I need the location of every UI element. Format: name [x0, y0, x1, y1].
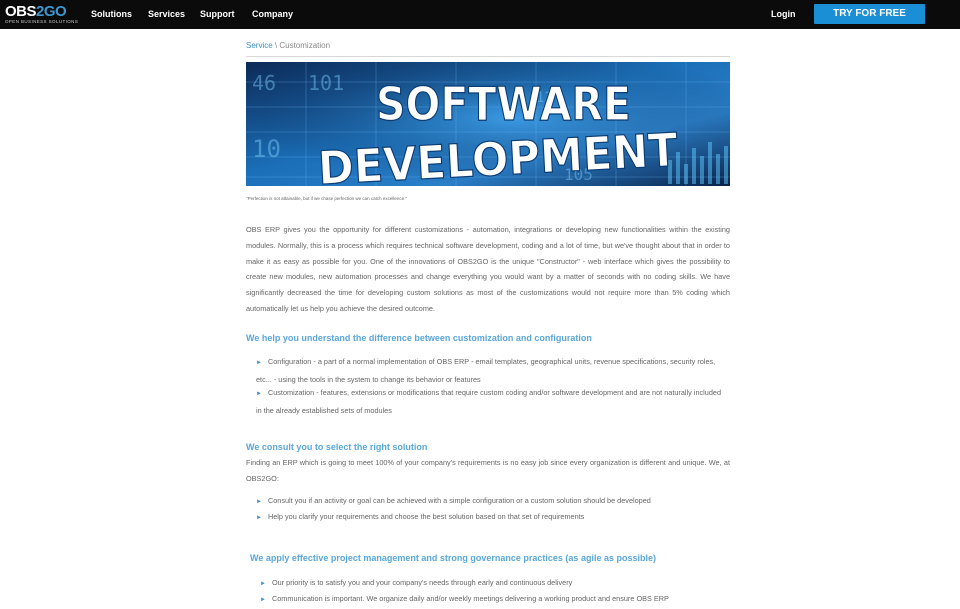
logo-main-text: OBS: [5, 3, 37, 20]
list-item: ► Help you clarify your requirements and …: [256, 509, 728, 527]
hero-graphic: 46 101 10 105 12 SOFTWARE DEVELOPMENT: [246, 62, 730, 186]
hero-title-software: SOFTWARE: [376, 77, 631, 131]
bullet-text: Our priority is to satisfy you and your …: [271, 578, 573, 587]
login-link[interactable]: Login: [771, 0, 796, 29]
hero-number-2: 101: [308, 71, 344, 95]
list-item: ► Consult you if an activity or goal can …: [256, 493, 728, 511]
header-divider: [246, 56, 730, 57]
nav-company[interactable]: Company: [252, 0, 293, 29]
list-item: ► Customization - features, extensions or…: [256, 385, 728, 418]
hero-number-3: 10: [252, 135, 281, 163]
hero-number-1: 46: [252, 71, 276, 95]
nav-services[interactable]: Services: [148, 0, 185, 29]
bullet-arrow-icon: ►: [260, 597, 266, 603]
bullet-arrow-icon: ►: [256, 499, 262, 505]
bullet-arrow-icon: ►: [256, 391, 262, 397]
bullet-arrow-icon: ►: [256, 360, 262, 366]
section-customization-vs-configuration-heading: We help you understand the difference be…: [246, 333, 592, 343]
logo-text: OBS2GO: [5, 3, 67, 20]
obs2go-logo[interactable]: OBS2GO OPEN BUSINESS SOLUTIONS: [5, 3, 79, 26]
bullet-text: Customization - features, extensions or …: [256, 388, 722, 415]
nav-solutions[interactable]: Solutions: [91, 0, 132, 29]
bullet-text: Configuration - a part of a normal imple…: [256, 357, 716, 384]
bullet-text: Consult you if an activity or goal can b…: [267, 496, 651, 505]
breadcrumb-service-link[interactable]: Service: [246, 41, 273, 50]
breadcrumb-current: Customization: [279, 41, 331, 50]
list-item: ► Our priority is to satisfy you and your…: [260, 575, 732, 593]
try-for-free-button[interactable]: TRY FOR FREE: [814, 4, 925, 24]
top-navigation-bar: OBS2GO OPEN BUSINESS SOLUTIONS Solutions…: [0, 0, 960, 29]
bullet-arrow-icon: ►: [260, 581, 266, 587]
nav-support[interactable]: Support: [200, 0, 235, 29]
logo-tagline: OPEN BUSINESS SOLUTIONS: [5, 19, 79, 24]
bullet-arrow-icon: ►: [256, 515, 262, 521]
intro-paragraph: OBS ERP gives you the opportunity for di…: [246, 225, 730, 313]
bullet-text: Communication is important. We organize …: [271, 594, 669, 603]
software-development-hero-image: 46 101 10 105 12 SOFTWARE DEVELOPMENT: [246, 62, 730, 186]
hero-quote-caption: "Perfection is not attainable, but if we…: [246, 196, 408, 201]
section-consult-text: Finding an ERP which is going to meet 10…: [246, 458, 730, 483]
bullet-text: Help you clarify your requirements and c…: [267, 512, 585, 521]
breadcrumb: Service \ Customization: [246, 41, 330, 50]
section-consult-heading: We consult you to select the right solut…: [246, 442, 428, 452]
list-item: ► Configuration - a part of a normal impl…: [256, 354, 728, 387]
logo-accent-text: 2GO: [36, 3, 67, 20]
section-project-management-heading: We apply effective project management an…: [250, 553, 656, 563]
